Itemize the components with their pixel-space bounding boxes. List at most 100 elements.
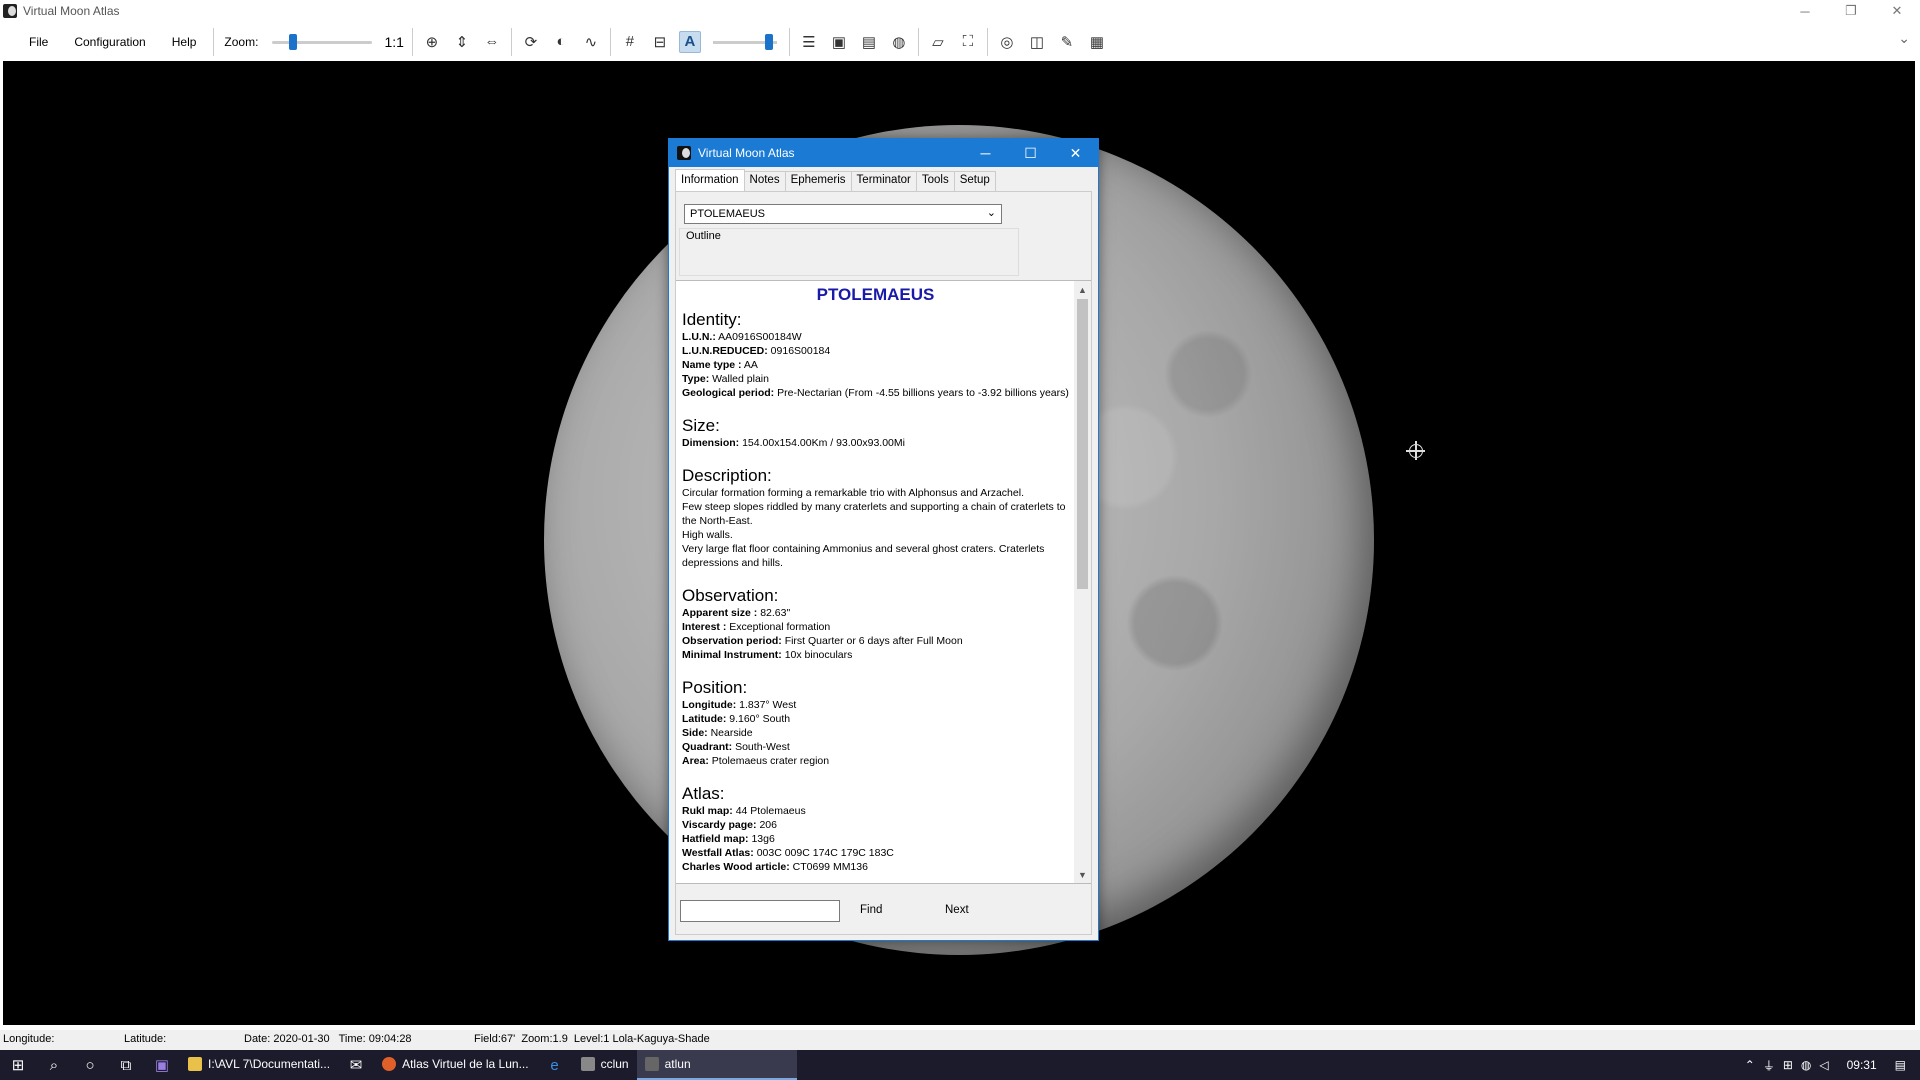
taskbar-app-firefox[interactable]: Atlas Virtuel de la Lun...: [374, 1050, 537, 1080]
database-icon[interactable]: ▤: [858, 31, 880, 53]
labels-icon[interactable]: A: [678, 30, 701, 53]
phase-icon[interactable]: ◐: [550, 31, 572, 53]
notifications-icon[interactable]: ▤: [1895, 1058, 1906, 1072]
dialog-maximize-icon[interactable]: ☐: [1008, 139, 1053, 167]
image-icon[interactable]: ▣: [828, 31, 850, 53]
tray-chevron-icon[interactable]: ⌃: [1745, 1058, 1755, 1072]
taskbar-app-explorer[interactable]: I:\AVL 7\Documentati...: [180, 1050, 338, 1080]
formation-select[interactable]: PTOLEMAEUS ⌄: [684, 204, 1002, 224]
minimize-icon[interactable]: ─: [1782, 0, 1828, 22]
viscardy-page-field: Viscardy page: 206: [682, 819, 777, 831]
rotate-icon[interactable]: ⟳: [520, 31, 542, 53]
tab-information[interactable]: Information: [675, 169, 745, 191]
start-icon[interactable]: ⊞: [0, 1050, 36, 1080]
scroll-up-icon[interactable]: ▲: [1074, 281, 1091, 298]
rukl-map-field: Rukl map: 44 Ptolemaeus: [682, 805, 806, 817]
network-icon[interactable]: ⊞: [1783, 1058, 1793, 1072]
task-view-icon[interactable]: ⧉: [108, 1050, 144, 1080]
flip-vertical-icon[interactable]: ⇕: [451, 31, 473, 53]
outline-label: Outline: [686, 230, 721, 242]
menu-configuration[interactable]: Configuration: [61, 35, 158, 49]
restore-icon[interactable]: ❐: [1828, 0, 1874, 22]
zoom-slider[interactable]: [272, 32, 373, 52]
center-target-icon[interactable]: ⊕: [421, 31, 443, 53]
calendar-icon[interactable]: ▦: [1086, 31, 1108, 53]
hatfield-map-field: Hatfield map: 13g6: [682, 833, 775, 845]
chevron-down-icon[interactable]: ⌄: [987, 206, 996, 219]
description-line: Circular formation forming a remarkable …: [682, 487, 1024, 499]
camera-icon[interactable]: ◫: [1026, 31, 1048, 53]
cclun-icon: [580, 1057, 595, 1071]
close-icon[interactable]: ✕: [1874, 0, 1920, 22]
observation-period-field: Observation period: First Quarter or 6 d…: [682, 635, 963, 647]
usb-icon[interactable]: ⏚: [1763, 1057, 1775, 1074]
westfall-atlas-field: Westfall Atlas: 003C 009C 174C 179C 183C: [682, 847, 894, 859]
volume-icon[interactable]: ◁: [1819, 1058, 1828, 1072]
cortana-icon[interactable]: ○: [72, 1050, 108, 1080]
chevron-down-icon[interactable]: ⌄: [1898, 30, 1910, 47]
tab-ephemeris[interactable]: Ephemeris: [784, 171, 852, 191]
label-size-slider[interactable]: [712, 32, 777, 52]
taskbar-app-label: cclun: [600, 1057, 629, 1071]
list-icon[interactable]: ☰: [798, 31, 820, 53]
status-datetime: Date: 2020-01-30 Time: 09:04:28: [244, 1033, 412, 1045]
edit-icon[interactable]: ✎: [1056, 31, 1078, 53]
area-field: Area: Ptolemaeus crater region: [682, 755, 830, 767]
dialog-minimize-icon[interactable]: ─: [963, 139, 1008, 167]
flip-horizontal-icon[interactable]: ⇔: [481, 31, 503, 53]
search-icon[interactable]: ⌕: [36, 1050, 72, 1080]
pinned-app-icon[interactable]: ▣: [144, 1050, 180, 1080]
tab-setup[interactable]: Setup: [953, 171, 996, 191]
toolbar-separator: [609, 27, 611, 56]
tab-tools[interactable]: Tools: [915, 171, 955, 191]
find-input[interactable]: [680, 900, 840, 922]
position-title: Position:: [682, 678, 748, 697]
scroll-down-icon[interactable]: ▼: [1074, 866, 1091, 883]
dialog-titlebar[interactable]: Virtual Moon Atlas ─ ☐ ✕: [669, 139, 1098, 167]
next-button[interactable]: Next: [945, 904, 969, 916]
scale-icon[interactable]: ⊟: [649, 31, 671, 53]
description-line: High walls.: [682, 529, 733, 541]
status-longitude: Longitude:: [3, 1033, 55, 1045]
status-field: Field:67' Zoom:1.9 Level:1 Lola-Kaguya-S…: [474, 1033, 710, 1045]
outline-group: Outline: [679, 228, 1019, 276]
identity-title: Identity:: [682, 310, 742, 329]
scroll-thumb[interactable]: [1077, 299, 1088, 589]
atlun-icon: [644, 1057, 659, 1071]
toolbar-separator: [510, 27, 512, 56]
status-bar: Longitude: Latitude: Date: 2020-01-30 Ti…: [0, 1030, 1920, 1050]
menu-help[interactable]: Help: [159, 35, 210, 49]
find-button[interactable]: Find: [860, 904, 882, 916]
zoom-label: Zoom:: [224, 34, 259, 49]
info-text-area[interactable]: PTOLEMAEUS Identity: L.U.N.: AA0916S0018…: [676, 280, 1091, 884]
menu-file[interactable]: File: [16, 35, 61, 49]
zoom-slider-track: [272, 40, 373, 44]
libration-icon[interactable]: ∿: [580, 31, 602, 53]
interest-field: Interest : Exceptional formation: [682, 621, 831, 633]
tab-notes[interactable]: Notes: [743, 171, 786, 191]
taskbar-app-cclun[interactable]: cclun: [573, 1050, 637, 1080]
tab-terminator[interactable]: Terminator: [850, 171, 917, 191]
notes-icon[interactable]: ▱: [927, 31, 949, 53]
mail-icon[interactable]: ✉: [338, 1050, 374, 1080]
name-type-field: Name type : AA: [682, 359, 758, 371]
description-title: Description:: [682, 466, 772, 485]
info-scrollbar[interactable]: ▲ ▼: [1074, 281, 1091, 883]
dialog-close-icon[interactable]: ✕: [1053, 139, 1098, 167]
toolbar-separator: [917, 27, 919, 56]
clock[interactable]: 09:31: [1847, 1058, 1877, 1072]
label-size-thumb[interactable]: [764, 33, 773, 50]
target-icon[interactable]: ◎: [996, 31, 1018, 53]
description-line: Few steep slopes riddled by many craterl…: [682, 501, 1066, 527]
fullscreen-icon[interactable]: ⛶: [957, 31, 979, 53]
firefox-icon: [382, 1057, 397, 1071]
grid-icon[interactable]: #: [619, 31, 641, 53]
zoom-ratio-button[interactable]: 1:1: [384, 34, 403, 50]
zoom-slider-thumb[interactable]: [288, 33, 297, 50]
taskbar-app-atlun[interactable]: atlun: [636, 1050, 797, 1080]
information-panel: PTOLEMAEUS ⌄ Outline PTOLEMAEUS Identity…: [675, 191, 1092, 935]
dialog-moon-icon: [677, 146, 691, 160]
globe-icon[interactable]: ◍: [888, 31, 910, 53]
edge-icon[interactable]: e: [537, 1050, 573, 1080]
language-icon[interactable]: ◍: [1801, 1058, 1811, 1072]
